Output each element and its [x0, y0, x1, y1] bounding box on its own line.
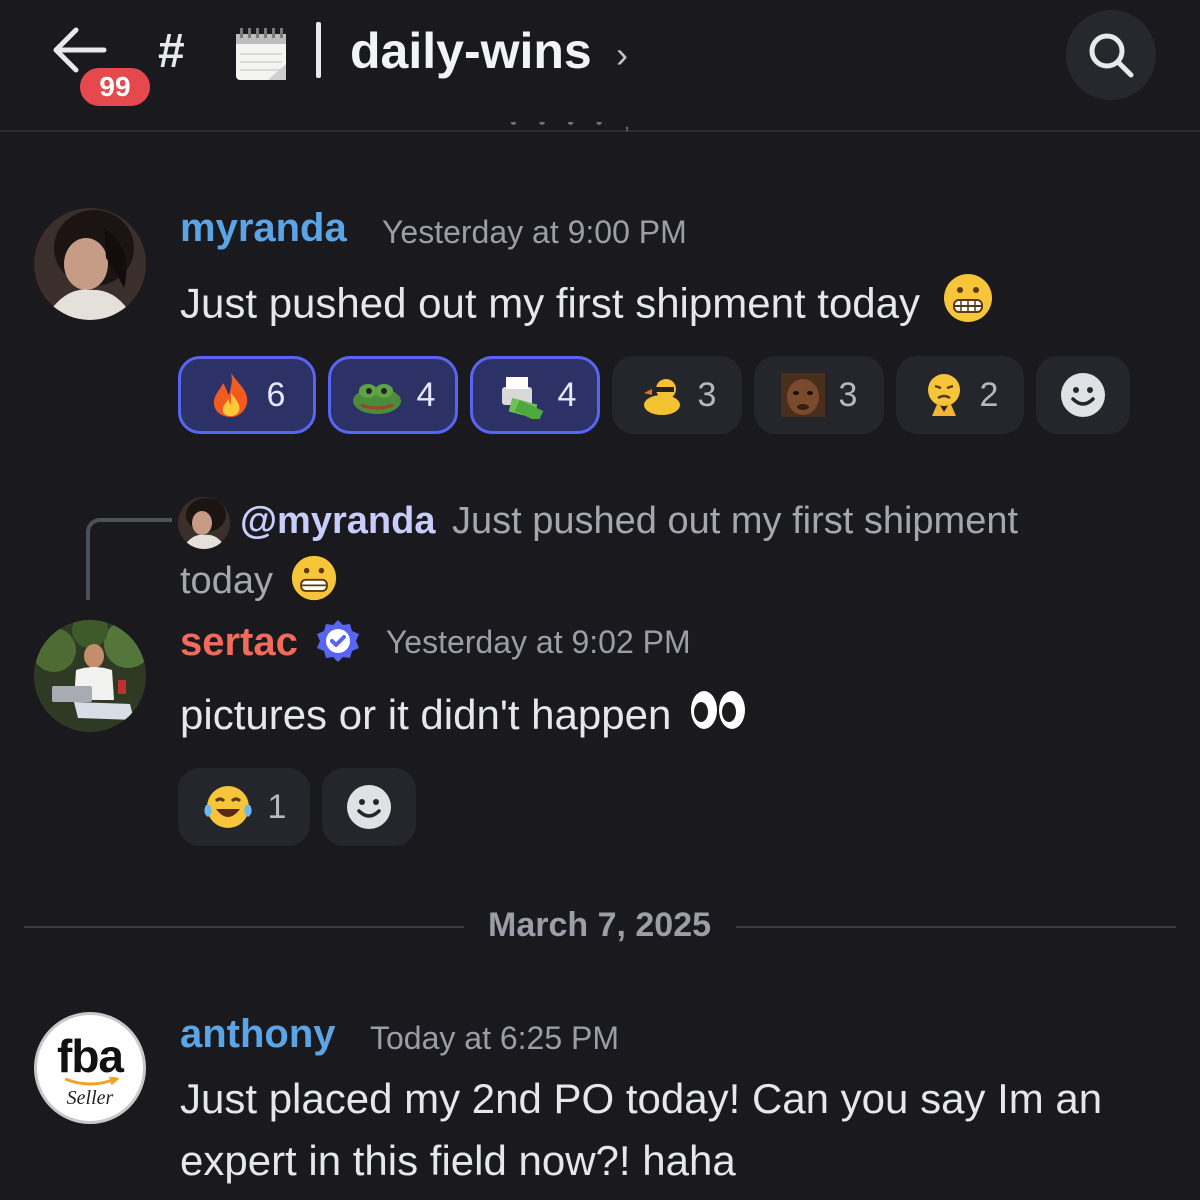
avatar[interactable]: [34, 620, 146, 732]
date-divider: March 7, 2025: [488, 906, 712, 944]
grimacing-emoji-icon: [942, 272, 994, 341]
reply-preview-text[interactable]: today: [180, 554, 338, 612]
message-username[interactable]: sertac: [180, 620, 298, 665]
reaction-count: 3: [838, 375, 858, 414]
message-timestamp: Yesterday at 9:02 PM: [385, 623, 691, 660]
reply-connector: [86, 518, 172, 600]
partial-date-divider: • • • • ,: [510, 122, 638, 134]
search-button[interactable]: [1066, 10, 1156, 100]
chevron-right-icon[interactable]: ›: [616, 34, 628, 76]
eyes-emoji-icon: [689, 687, 747, 749]
man-face-icon: [780, 373, 825, 417]
reaction-pleading-hands[interactable]: 2: [896, 356, 1024, 434]
unread-badge: 99: [76, 64, 154, 110]
reaction-count: 1: [267, 787, 287, 826]
fire-icon: [213, 373, 247, 417]
reaction-pepe-frog[interactable]: 4: [328, 356, 458, 434]
reaction-count: 4: [416, 375, 436, 414]
message-timestamp: Today at 6:25 PM: [370, 1020, 620, 1056]
reaction-duck[interactable]: 3: [612, 356, 742, 434]
message-header: sertac Yesterday at 9:02 PM: [180, 618, 691, 666]
duck-icon: [643, 379, 680, 415]
reaction-count: 2: [979, 375, 999, 414]
calendar-icon: [232, 26, 290, 82]
divider-line: [24, 926, 464, 928]
message-content: Just pushed out my first shipment today: [180, 272, 994, 341]
reply-preview-text[interactable]: Just pushed out my first shipment: [452, 500, 1018, 543]
add-reaction-icon: [1061, 373, 1105, 417]
grimacing-emoji-icon: [290, 554, 338, 612]
channel-separator: [316, 22, 321, 78]
avatar-logo-subtext: Seller: [66, 1087, 114, 1109]
money-printer-icon: [501, 377, 543, 419]
channel-name[interactable]: daily-wins: [350, 22, 592, 80]
tears-of-joy-icon: [203, 786, 252, 828]
divider-line: [736, 926, 1176, 928]
reaction-money-printer[interactable]: 4: [470, 356, 600, 434]
avatar-logo-text: fba: [57, 1030, 124, 1082]
message-username[interactable]: anthony: [180, 1012, 336, 1057]
message-text: Just pushed out my first shipment today: [180, 279, 921, 327]
message-timestamp: Yesterday at 9:00 PM: [382, 214, 687, 250]
reaction-man-face[interactable]: 3: [754, 356, 884, 434]
reaction-bar: 1: [178, 768, 416, 846]
avatar[interactable]: [34, 208, 146, 320]
pleading-hands-icon: [927, 374, 960, 416]
pepe-frog-icon: [352, 384, 401, 414]
message-text: expert in this field now?! haha: [180, 1137, 736, 1184]
reaction-bar: 6 4 4 3 3 2: [178, 356, 1130, 434]
message-content: pictures or it didn't happen: [180, 684, 747, 749]
message-text: pictures or it didn't happen: [180, 691, 672, 738]
reaction-fire[interactable]: 6: [178, 356, 316, 434]
search-icon: [1089, 33, 1134, 78]
reaction-count: 3: [697, 375, 717, 414]
add-reaction-button[interactable]: [322, 768, 416, 846]
reply-mention[interactable]: @myranda: [240, 500, 435, 543]
reaction-tears-of-joy[interactable]: 1: [178, 768, 310, 846]
text-channel-icon: #: [158, 25, 185, 78]
add-reaction-button[interactable]: [1036, 356, 1130, 434]
avatar[interactable]: fba Seller: [34, 1012, 146, 1124]
verified-badge-icon: [314, 618, 362, 666]
add-reaction-icon: [347, 785, 391, 829]
reaction-count: 6: [266, 375, 286, 414]
message-text: Just placed my 2nd PO today! Can you say…: [180, 1075, 1103, 1122]
reply-avatar: [178, 497, 230, 549]
channel-header: 99 # daily-wins ›: [0, 0, 1200, 132]
message-username[interactable]: myranda: [180, 206, 347, 251]
reaction-count: 4: [557, 375, 577, 414]
